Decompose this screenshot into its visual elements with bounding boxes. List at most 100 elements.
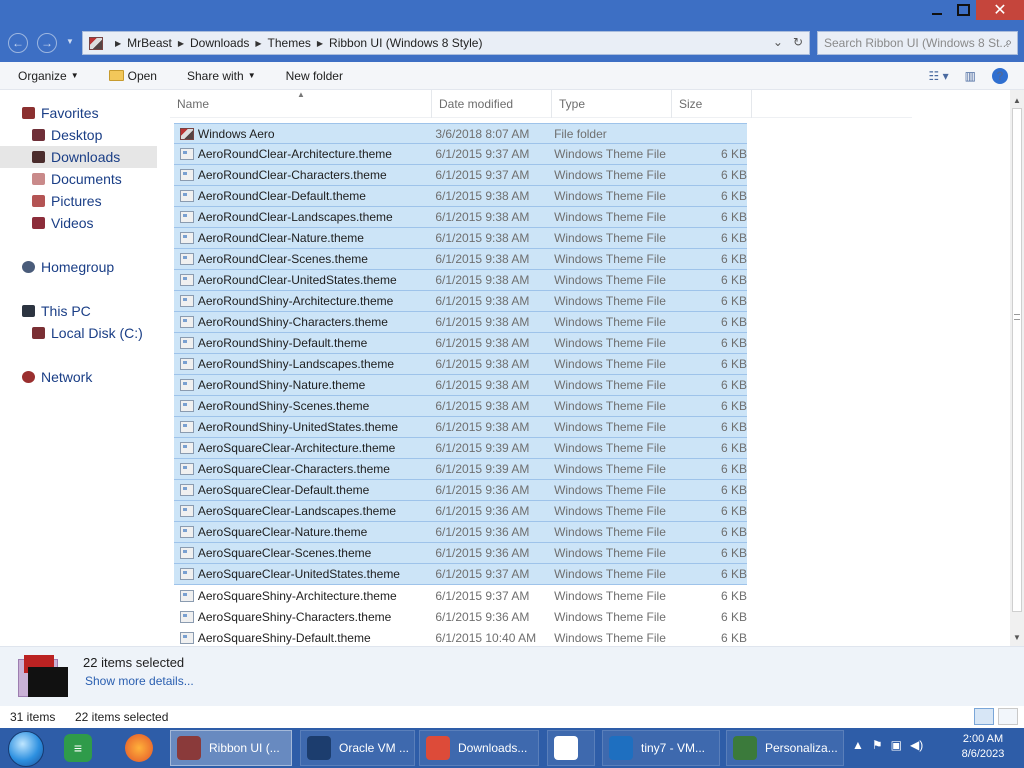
table-row[interactable]: AeroRoundShiny-Landscapes.theme 6/1/2015 … bbox=[174, 354, 747, 375]
table-row[interactable]: AeroRoundClear-Landscapes.theme 6/1/2015 … bbox=[174, 207, 747, 228]
table-row[interactable]: AeroSquareShiny-Default.theme 6/1/2015 10… bbox=[174, 627, 747, 646]
chevron-right-icon[interactable]: ▶ bbox=[115, 39, 121, 48]
breadcrumb-item-mrbeast[interactable]: MrBeast bbox=[127, 36, 172, 50]
breadcrumb-item-downloads[interactable]: Downloads bbox=[190, 36, 249, 50]
large-icons-view-icon[interactable] bbox=[998, 708, 1018, 725]
theme-file-icon bbox=[180, 295, 194, 307]
table-row[interactable]: AeroRoundShiny-Characters.theme 6/1/2015 … bbox=[174, 312, 747, 333]
taskbar-app-button[interactable]: Personaliza... bbox=[726, 730, 844, 766]
nav-item-this-pc[interactable]: This PC bbox=[0, 300, 157, 322]
table-row[interactable]: AeroSquareClear-Nature.theme 6/1/2015 9:3… bbox=[174, 522, 747, 543]
taskbar-app-button[interactable]: Oracle VM ... bbox=[300, 730, 415, 766]
share-with-button[interactable]: Share with ▼ bbox=[187, 69, 256, 83]
nav-item-downloads[interactable]: Downloads bbox=[0, 146, 157, 168]
table-row[interactable]: AeroSquareClear-UnitedStates.theme 6/1/20… bbox=[174, 564, 747, 585]
nav-item-favorites[interactable]: Favorites bbox=[0, 102, 157, 124]
clock[interactable]: 2:00 AM 8/6/2023 bbox=[955, 732, 1011, 762]
file-name: AeroRoundShiny-UnitedStates.theme bbox=[197, 420, 398, 434]
search-input[interactable]: Search Ribbon UI (Windows 8 St... ⌕ bbox=[817, 31, 1018, 55]
open-button[interactable]: Open bbox=[108, 69, 157, 83]
table-row[interactable]: AeroRoundClear-UnitedStates.theme 6/1/201… bbox=[174, 270, 747, 291]
taskbar-app-button[interactable] bbox=[547, 730, 595, 766]
nav-item-desktop[interactable]: Desktop bbox=[0, 124, 157, 146]
taskbar-app-button[interactable]: Ribbon UI (... bbox=[170, 730, 292, 766]
volume-icon[interactable]: ◀) bbox=[910, 738, 923, 752]
help-icon[interactable]: ? bbox=[992, 68, 1008, 84]
chevron-right-icon[interactable]: ▶ bbox=[255, 39, 261, 48]
taskbar-app-button[interactable]: Downloads... bbox=[419, 730, 539, 766]
table-row[interactable]: AeroSquareClear-Default.theme 6/1/2015 9:… bbox=[174, 480, 747, 501]
column-header-type[interactable]: Type bbox=[552, 90, 672, 118]
file-type: Windows Theme File bbox=[554, 357, 666, 371]
file-date: 6/1/2015 9:38 AM bbox=[435, 273, 530, 287]
nav-item-local-disk[interactable]: Local Disk (C:) bbox=[0, 322, 157, 344]
file-size: 6 KB bbox=[720, 168, 747, 182]
address-field[interactable]: ▶ MrBeast ▶ Downloads ▶ Themes ▶ Ribbon … bbox=[82, 31, 810, 55]
maximize-button[interactable] bbox=[950, 0, 976, 20]
chevron-right-icon[interactable]: ▶ bbox=[317, 39, 323, 48]
breadcrumb-item-ribbon-ui[interactable]: Ribbon UI (Windows 8 Style) bbox=[329, 36, 482, 50]
table-row[interactable]: AeroSquareShiny-Characters.theme 6/1/2015… bbox=[174, 606, 747, 627]
organize-button[interactable]: Organize ▼ bbox=[18, 69, 79, 83]
nav-item-homegroup[interactable]: Homegroup bbox=[0, 256, 157, 278]
nav-item-documents[interactable]: Documents bbox=[0, 168, 157, 190]
scroll-down-icon[interactable]: ▼ bbox=[1010, 631, 1024, 645]
chevron-down-icon: ▼ bbox=[70, 71, 79, 80]
breadcrumb-item-themes[interactable]: Themes bbox=[268, 36, 311, 50]
file-size: 6 KB bbox=[720, 504, 747, 518]
preview-pane-icon[interactable]: ▥ bbox=[965, 69, 976, 83]
table-row[interactable]: Windows Aero 3/6/2018 8:07 AM File folder bbox=[174, 123, 747, 144]
table-row[interactable]: AeroRoundClear-Default.theme 6/1/2015 9:3… bbox=[174, 186, 747, 207]
table-row[interactable]: AeroRoundShiny-Scenes.theme 6/1/2015 9:38… bbox=[174, 396, 747, 417]
table-row[interactable]: AeroSquareClear-Architecture.theme 6/1/20… bbox=[174, 438, 747, 459]
scrollbar-thumb[interactable] bbox=[1012, 108, 1022, 612]
table-row[interactable]: AeroRoundClear-Nature.theme 6/1/2015 9:38… bbox=[174, 228, 747, 249]
taskbar-app-button[interactable]: tiny7 - VM... bbox=[602, 730, 720, 766]
address-dropdown-icon[interactable]: ⌄ bbox=[773, 35, 783, 49]
forward-button[interactable]: → bbox=[37, 33, 57, 53]
table-row[interactable]: AeroRoundShiny-UnitedStates.theme 6/1/201… bbox=[174, 417, 747, 438]
column-header-date[interactable]: Date modified bbox=[432, 90, 552, 118]
file-size: 6 KB bbox=[720, 546, 747, 560]
tray-expand-icon[interactable]: ▲ bbox=[852, 738, 864, 752]
close-button[interactable]: ✕ bbox=[976, 0, 1024, 20]
table-row[interactable]: AeroSquareShiny-Architecture.theme 6/1/20… bbox=[174, 585, 747, 606]
details-view-icon[interactable] bbox=[974, 708, 994, 725]
file-list[interactable]: ▲ Name Date modified Type Size Windows A… bbox=[160, 90, 1010, 646]
file-size: 6 KB bbox=[720, 252, 747, 266]
nav-item-videos[interactable]: Videos bbox=[0, 212, 157, 234]
new-folder-button[interactable]: New folder bbox=[286, 69, 343, 83]
refresh-icon[interactable]: ↻ bbox=[793, 35, 803, 49]
table-row[interactable]: AeroSquareClear-Characters.theme 6/1/2015… bbox=[174, 459, 747, 480]
nav-item-network[interactable]: Network bbox=[0, 366, 157, 388]
recent-locations-chevron-icon[interactable]: ▼ bbox=[66, 37, 74, 46]
minimize-button[interactable] bbox=[924, 0, 950, 20]
firefox-icon[interactable] bbox=[125, 734, 153, 762]
back-button[interactable]: ← bbox=[8, 33, 28, 53]
vertical-scrollbar[interactable]: ▲ ▼ bbox=[1010, 90, 1024, 646]
column-header-name[interactable]: Name bbox=[170, 90, 432, 118]
start-button[interactable] bbox=[8, 731, 44, 767]
nav-item-pictures[interactable]: Pictures bbox=[0, 190, 157, 212]
flag-icon[interactable]: ⚑ bbox=[872, 738, 883, 752]
show-more-details-link[interactable]: Show more details... bbox=[85, 674, 194, 688]
scroll-up-icon[interactable]: ▲ bbox=[1010, 94, 1024, 108]
item-count: 31 items bbox=[10, 710, 56, 724]
file-type: Windows Theme File bbox=[554, 378, 666, 392]
column-header-size[interactable]: Size bbox=[672, 90, 752, 118]
table-row[interactable]: AeroRoundClear-Scenes.theme 6/1/2015 9:38… bbox=[174, 249, 747, 270]
table-row[interactable]: AeroRoundClear-Architecture.theme 6/1/201… bbox=[174, 144, 747, 165]
change-view-icon[interactable]: ☷ ▾ bbox=[929, 69, 949, 83]
search-icon[interactable]: ⌕ bbox=[1005, 35, 1012, 50]
table-row[interactable]: AeroRoundShiny-Nature.theme 6/1/2015 9:38… bbox=[174, 375, 747, 396]
table-row[interactable]: AeroRoundShiny-Default.theme 6/1/2015 9:3… bbox=[174, 333, 747, 354]
network-tray-icon[interactable]: ▣ bbox=[891, 738, 902, 752]
chevron-right-icon[interactable]: ▶ bbox=[178, 39, 184, 48]
table-row[interactable]: AeroRoundClear-Characters.theme 6/1/2015 … bbox=[174, 165, 747, 186]
notes-app-icon[interactable]: ≡ bbox=[64, 734, 92, 762]
table-row[interactable]: AeroSquareClear-Landscapes.theme 6/1/2015… bbox=[174, 501, 747, 522]
table-row[interactable]: AeroRoundShiny-Architecture.theme 6/1/201… bbox=[174, 291, 747, 312]
file-date: 6/1/2015 9:38 AM bbox=[435, 315, 530, 329]
table-row[interactable]: AeroSquareClear-Scenes.theme 6/1/2015 9:3… bbox=[174, 543, 747, 564]
theme-file-icon bbox=[180, 589, 194, 602]
